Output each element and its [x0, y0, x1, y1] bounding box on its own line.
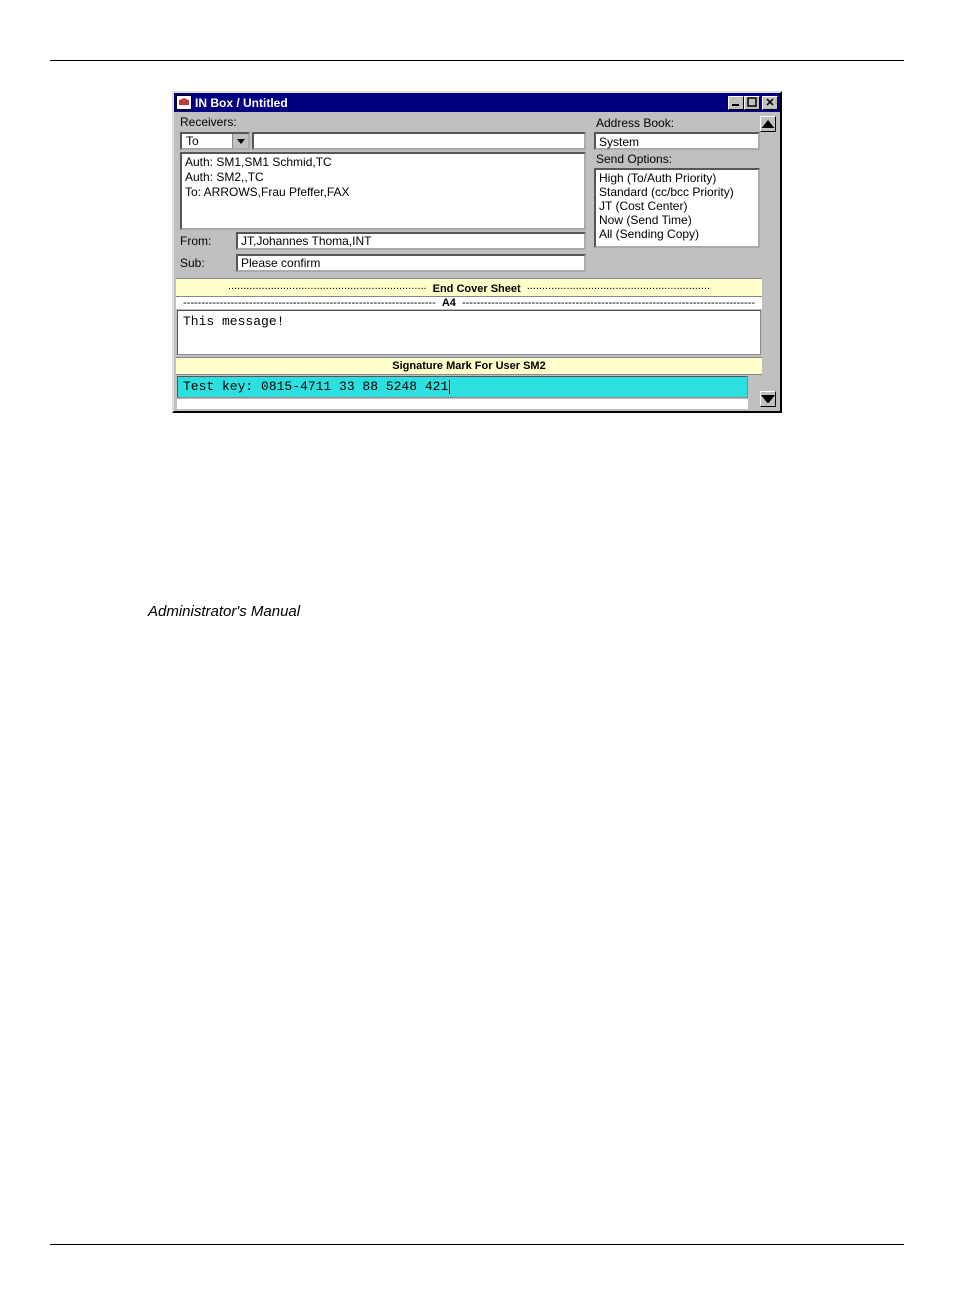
sub-label: Sub:	[180, 256, 232, 270]
from-label: From:	[180, 234, 232, 248]
minimize-button[interactable]	[728, 96, 744, 110]
window-body: Receivers: To Auth: SM1,SM1 Schmid,TC	[174, 112, 780, 411]
send-options-label: Send Options:	[592, 150, 762, 168]
sub-field[interactable]: Please confirm	[236, 254, 586, 272]
message-body[interactable]: This message!	[177, 310, 761, 355]
address-book-value: System	[599, 135, 639, 149]
from-value: JT,Johannes Thoma,INT	[241, 234, 372, 248]
left-panel: Receivers: To Auth: SM1,SM1 Schmid,TC	[176, 114, 590, 278]
send-option: All (Sending Copy)	[599, 227, 755, 241]
blank-area	[177, 399, 748, 409]
receivers-label: Receivers:	[180, 115, 237, 129]
vertical-scrollbar[interactable]	[762, 114, 778, 409]
right-panel: Address Book: System Send Options: High …	[592, 114, 762, 278]
send-option: JT (Cost Center)	[599, 199, 755, 213]
text-cursor	[449, 380, 450, 394]
scroll-down-button[interactable]	[760, 391, 776, 407]
address-book-field[interactable]: System	[594, 132, 760, 150]
chevron-down-icon[interactable]	[232, 134, 248, 148]
content-area: ........................................…	[176, 278, 762, 411]
send-options-list[interactable]: High (To/Auth Priority) Standard (cc/bcc…	[594, 168, 760, 248]
window-titlebar: IN Box / Untitled	[174, 93, 780, 112]
maximize-button[interactable]	[744, 96, 760, 110]
from-field[interactable]: JT,Johannes Thoma,INT	[236, 232, 586, 250]
window-title: IN Box / Untitled	[195, 96, 725, 110]
signature-label: Signature Mark For User SM2	[392, 360, 545, 372]
to-combo-value: To	[182, 134, 232, 148]
page-bottom-rule	[50, 1244, 904, 1245]
manual-reference: Administrator's Manual	[148, 603, 954, 620]
receivers-list[interactable]: Auth: SM1,SM1 Schmid,TC Auth: SM2,,TC To…	[180, 152, 586, 230]
message-body-text: This message!	[183, 314, 284, 329]
to-combo[interactable]: To	[180, 132, 250, 150]
address-book-label: Address Book:	[592, 114, 762, 132]
close-button[interactable]	[762, 96, 778, 110]
to-input[interactable]	[252, 132, 586, 150]
inbox-app-icon	[176, 95, 192, 110]
receiver-line: Auth: SM2,,TC	[185, 170, 581, 185]
send-option: Now (Send Time)	[599, 213, 755, 227]
sub-value: Please confirm	[241, 256, 320, 270]
end-cover-sheet-label: End Cover Sheet	[433, 283, 521, 295]
a4-label: A4	[442, 297, 456, 309]
end-cover-sheet-divider: ........................................…	[176, 278, 762, 297]
send-option: Standard (cc/bcc Priority)	[599, 185, 755, 199]
scroll-up-button[interactable]	[760, 116, 776, 132]
header-panels: Receivers: To Auth: SM1,SM1 Schmid,TC	[176, 114, 762, 278]
test-key-field[interactable]: Test key: 0815-4711 33 88 5248 421	[177, 376, 748, 398]
signature-divider: Signature Mark For User SM2	[176, 357, 762, 375]
receiver-line: To: ARROWS,Frau Pfeffer,FAX	[185, 185, 581, 200]
send-option: High (To/Auth Priority)	[599, 171, 755, 185]
window-controls	[728, 96, 778, 110]
receiver-line: Auth: SM1,SM1 Schmid,TC	[185, 155, 581, 170]
app-window: IN Box / Untitled	[172, 91, 782, 413]
a4-divider: ----------------------------------------…	[176, 297, 762, 309]
test-key-value: Test key: 0815-4711 33 88 5248 421	[183, 379, 448, 394]
page-top-rule	[50, 60, 904, 61]
